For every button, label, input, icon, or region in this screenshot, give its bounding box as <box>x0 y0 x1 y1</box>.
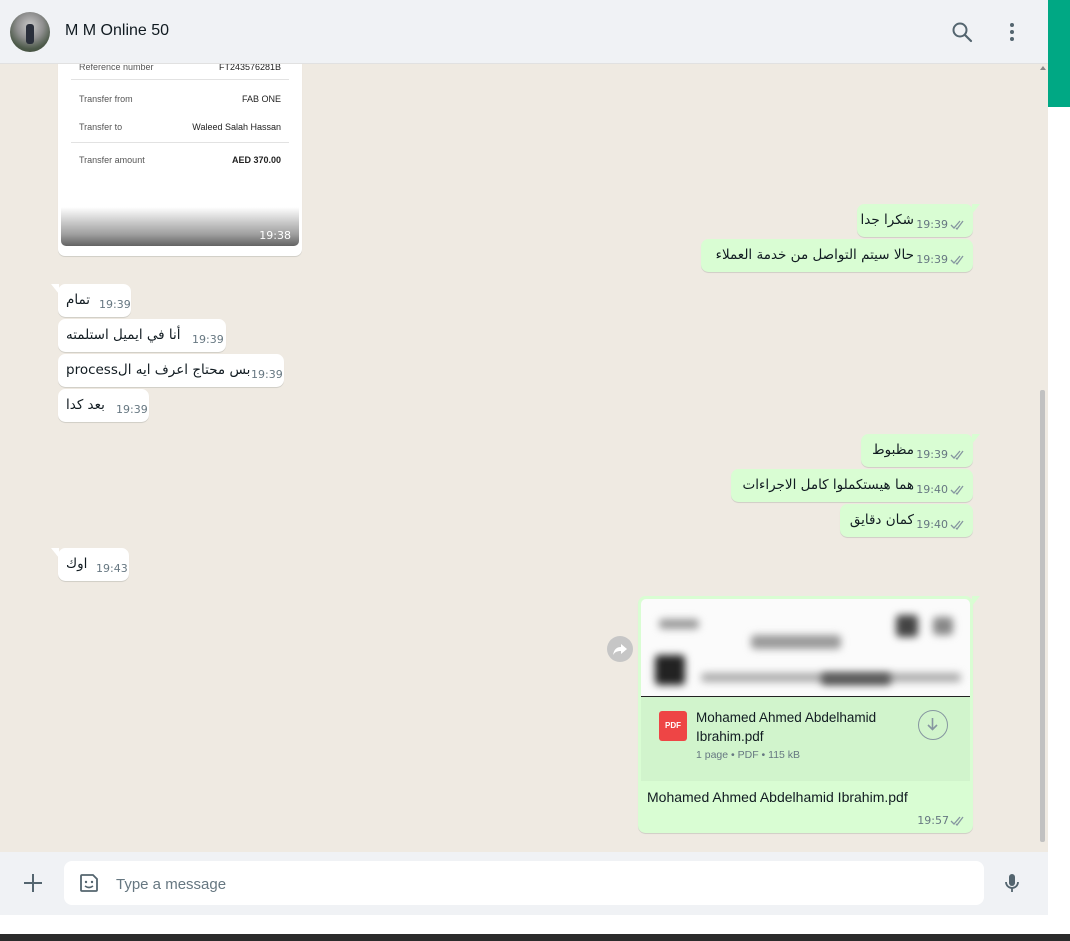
background-window <box>1048 0 1070 107</box>
sticker-icon[interactable] <box>78 872 100 894</box>
incoming-message[interactable]: اوك 19:43 <box>51 548 129 581</box>
forward-icon <box>613 644 627 655</box>
incoming-message[interactable]: تمام 19:39 <box>51 284 131 317</box>
double-check-icon <box>950 816 964 826</box>
double-check-icon <box>950 520 964 530</box>
chat-header: M M Online 50 <box>0 0 1048 64</box>
pdf-icon: PDF <box>659 711 687 741</box>
incoming-message[interactable]: بس محتاج اعرف ايه الprocess 19:39 <box>58 354 284 387</box>
contact-name[interactable]: M M Online 50 <box>65 22 169 40</box>
message-time: 19:57 <box>917 814 949 827</box>
whatsapp-window: M M Online 50 Reference number FT24357628… <box>0 0 1048 915</box>
double-check-icon <box>950 450 964 460</box>
window-edge <box>1048 0 1070 915</box>
contact-avatar[interactable] <box>10 12 50 52</box>
message-input[interactable] <box>114 861 968 907</box>
outgoing-message[interactable]: حالا سيتم التواصل من خدمة العملاء 19:39 <box>701 239 973 272</box>
document-preview[interactable] <box>641 599 970 697</box>
double-check-icon <box>950 485 964 495</box>
image-message[interactable]: Reference number FT243576281B Transfer fr… <box>58 64 302 256</box>
menu-icon[interactable] <box>1000 20 1024 44</box>
outgoing-message[interactable]: شكرا جدا 19:39 <box>857 204 980 237</box>
outgoing-message[interactable]: مظبوط 19:39 <box>861 434 980 467</box>
outgoing-message[interactable]: هما هيستكملوا كامل الاجراءات 19:40 <box>731 469 973 502</box>
incoming-message[interactable]: أنا في ايميل استلمته 19:39 <box>58 319 226 352</box>
message-input-box[interactable] <box>64 861 984 907</box>
document-info[interactable]: PDF Mohamed Ahmed Abdelhamid Ibrahim.pdf… <box>641 697 970 781</box>
search-icon[interactable] <box>950 20 974 44</box>
message-list[interactable]: Reference number FT243576281B Transfer fr… <box>0 64 1048 852</box>
incoming-message[interactable]: بعد كدا 19:39 <box>58 389 149 422</box>
plus-icon[interactable] <box>21 871 45 895</box>
taskbar-edge <box>0 915 1070 941</box>
outgoing-message[interactable]: كمان دقايق 19:40 <box>840 504 973 537</box>
message-time: 19:38 <box>259 229 291 242</box>
composer <box>0 852 1048 915</box>
double-check-icon <box>950 255 964 265</box>
receipt-image: Reference number FT243576281B Transfer fr… <box>61 64 299 246</box>
download-icon <box>927 718 938 731</box>
mic-icon[interactable] <box>1000 871 1024 895</box>
double-check-icon <box>950 220 964 230</box>
forward-button[interactable] <box>607 636 633 662</box>
scrollbar[interactable] <box>1038 64 1048 852</box>
document-message[interactable]: PDF Mohamed Ahmed Abdelhamid Ibrahim.pdf… <box>638 596 980 833</box>
document-meta: 1 page • PDF • 115 kB <box>696 749 801 761</box>
download-button[interactable] <box>918 710 948 740</box>
document-name: Mohamed Ahmed Abdelhamid Ibrahim.pdf <box>696 710 877 744</box>
document-caption: Mohamed Ahmed Abdelhamid Ibrahim.pdf <box>647 789 908 805</box>
